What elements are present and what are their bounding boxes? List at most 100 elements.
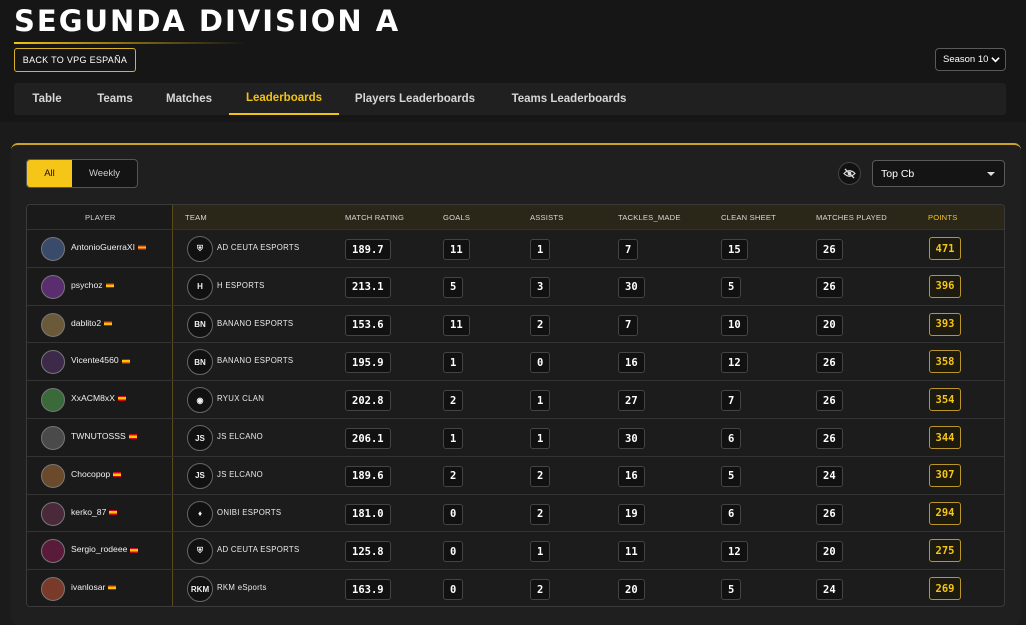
team-name[interactable]: BANANO ESPORTS xyxy=(217,319,293,328)
avatar xyxy=(41,463,65,488)
table-row[interactable]: ivanlosar RKM RKM eSports 163.9 0 2 20 5 24 269 xyxy=(27,569,1004,606)
flag-icon xyxy=(121,358,130,364)
assists-value: 1 xyxy=(530,428,551,449)
avatar xyxy=(41,350,65,375)
team-logo-icon: BN xyxy=(187,311,213,338)
assists-value: 2 xyxy=(530,579,551,601)
tab-leaderboards[interactable]: Leaderboards xyxy=(229,83,339,115)
player-name[interactable]: psychoz xyxy=(71,280,114,290)
goals-value: 2 xyxy=(443,390,464,412)
header-points[interactable]: POINTS xyxy=(928,205,957,229)
points-value: 294 xyxy=(929,501,961,525)
clean-sheet-value: 12 xyxy=(721,541,748,563)
team-logo-icon: JS xyxy=(187,425,213,451)
team-name[interactable]: H ESPORTS xyxy=(217,281,265,290)
matches-played-value: 26 xyxy=(816,503,843,525)
team-name[interactable]: RYUX CLAN xyxy=(217,394,264,403)
assists-value: 1 xyxy=(530,239,551,260)
match-rating-value: 153.6 xyxy=(345,314,391,336)
header-tackles-made[interactable]: TACKLES_MADE xyxy=(618,205,681,229)
team-name[interactable]: RKM eSports xyxy=(217,583,267,592)
player-name[interactable]: Vicente4560 xyxy=(71,355,130,365)
clean-sheet-value: 15 xyxy=(721,239,748,260)
player-name[interactable]: XxACM8xX xyxy=(71,393,126,403)
points-value: 396 xyxy=(929,274,961,298)
table-row[interactable]: psychoz H H ESPORTS 213.1 5 3 30 5 26 396 xyxy=(27,266,1004,305)
player-name[interactable]: Sergio_rodeee xyxy=(71,544,139,554)
goals-value: 0 xyxy=(443,541,464,563)
leaderboard-table: PLAYER TEAM MATCH RATING GOALS ASSISTS T… xyxy=(26,204,1005,607)
hide-icon[interactable] xyxy=(838,162,861,185)
period-toggle: All Weekly xyxy=(26,159,138,188)
player-name[interactable]: Chocopop xyxy=(71,469,122,479)
team-name[interactable]: JS ELCANO xyxy=(217,470,263,479)
header-matches-played[interactable]: MATCHES PLAYED xyxy=(816,205,887,229)
points-value: 354 xyxy=(929,388,961,412)
points-value: 307 xyxy=(929,463,961,487)
header-assists[interactable]: ASSISTS xyxy=(530,205,563,229)
player-name[interactable]: kerko_87 xyxy=(71,507,118,517)
flag-icon xyxy=(117,396,126,402)
table-row[interactable]: XxACM8xX ◉ RYUX CLAN 202.8 2 1 27 7 26 354 xyxy=(27,380,1004,418)
assists-value: 2 xyxy=(530,314,551,336)
tackles-value: 30 xyxy=(618,428,645,449)
player-name[interactable]: dablito2 xyxy=(71,318,113,328)
table-row[interactable]: AntonioGuerraXI ⛨ AD CEUTA ESPORTS 189.7 11 1… xyxy=(27,229,1004,267)
header-clean-sheet[interactable]: CLEAN SHEET xyxy=(721,205,776,229)
tab-matches[interactable]: Matches xyxy=(154,83,224,115)
table-row[interactable]: TWNUTOSSS JS JS ELCANO 206.1 1 1 30 6 26 344 xyxy=(27,418,1004,456)
team-logo-icon: ⛨ xyxy=(187,236,213,262)
team-logo-icon: BN xyxy=(187,349,213,376)
header-match-rating[interactable]: MATCH RATING xyxy=(345,205,404,229)
team-logo-icon: ◉ xyxy=(187,387,213,414)
page-title: SEGUNDA DIVISION A xyxy=(14,4,401,38)
period-all-button[interactable]: All xyxy=(27,160,72,187)
team-logo-icon: ⛨ xyxy=(187,538,213,565)
team-name[interactable]: AD CEUTA ESPORTS xyxy=(217,243,300,252)
flag-icon xyxy=(113,472,122,478)
player-name[interactable]: AntonioGuerraXI xyxy=(71,242,147,252)
tab-table[interactable]: Table xyxy=(18,83,76,115)
team-name[interactable]: AD CEUTA ESPORTS xyxy=(217,545,300,554)
header-goals[interactable]: GOALS xyxy=(443,205,470,229)
table-row[interactable]: dablito2 BN BANANO ESPORTS 153.6 11 2 7 10 20 393 xyxy=(27,304,1004,343)
tackles-value: 16 xyxy=(618,465,645,487)
player-name[interactable]: ivanlosar xyxy=(71,582,117,592)
season-select[interactable]: Season 10 xyxy=(935,48,1006,71)
eye-off-icon xyxy=(843,168,856,179)
back-button[interactable]: BACK TO VPG ESPAÑA xyxy=(14,48,136,72)
flag-icon xyxy=(108,585,117,591)
flag-icon xyxy=(128,434,137,440)
avatar xyxy=(41,312,65,337)
team-name[interactable]: JS ELCANO xyxy=(217,432,263,441)
tab-teams-leaderboards[interactable]: Teams Leaderboards xyxy=(498,83,640,115)
tab-players-leaderboards[interactable]: Players Leaderboards xyxy=(344,83,486,115)
table-row[interactable]: Sergio_rodeee ⛨ AD CEUTA ESPORTS 125.8 0 1 11 1… xyxy=(27,531,1004,569)
table-row[interactable]: Chocopop JS JS ELCANO 189.6 2 2 16 5 24 307 xyxy=(27,455,1004,494)
caret-down-icon xyxy=(987,172,995,176)
avatar xyxy=(41,274,65,299)
clean-sheet-value: 6 xyxy=(721,503,742,525)
assists-value: 2 xyxy=(530,465,551,487)
table-row[interactable]: kerko_87 ♦ ONIBI ESPORTS 181.0 0 2 19 6 26 294 xyxy=(27,493,1004,532)
period-weekly-button[interactable]: Weekly xyxy=(72,160,137,187)
avatar xyxy=(41,388,65,413)
clean-sheet-value: 5 xyxy=(721,276,742,298)
flag-icon xyxy=(130,547,139,553)
flag-icon xyxy=(109,509,118,515)
assists-value: 1 xyxy=(530,390,551,412)
team-name[interactable]: BANANO ESPORTS xyxy=(217,356,293,365)
goals-value: 11 xyxy=(443,314,470,336)
goals-value: 0 xyxy=(443,579,464,601)
match-rating-value: 189.7 xyxy=(345,239,391,260)
points-value: 269 xyxy=(929,577,961,601)
goals-value: 5 xyxy=(443,276,464,298)
team-logo-icon: H xyxy=(187,273,213,300)
team-name[interactable]: ONIBI ESPORTS xyxy=(217,508,281,517)
clean-sheet-value: 6 xyxy=(721,428,742,449)
tab-teams[interactable]: Teams xyxy=(86,83,144,115)
avatar xyxy=(41,501,65,526)
table-row[interactable]: Vicente4560 BN BANANO ESPORTS 195.9 1 0 16 12 26… xyxy=(27,342,1004,380)
player-name[interactable]: TWNUTOSSS xyxy=(71,431,137,441)
stat-select[interactable]: Top Cb xyxy=(872,160,1005,187)
